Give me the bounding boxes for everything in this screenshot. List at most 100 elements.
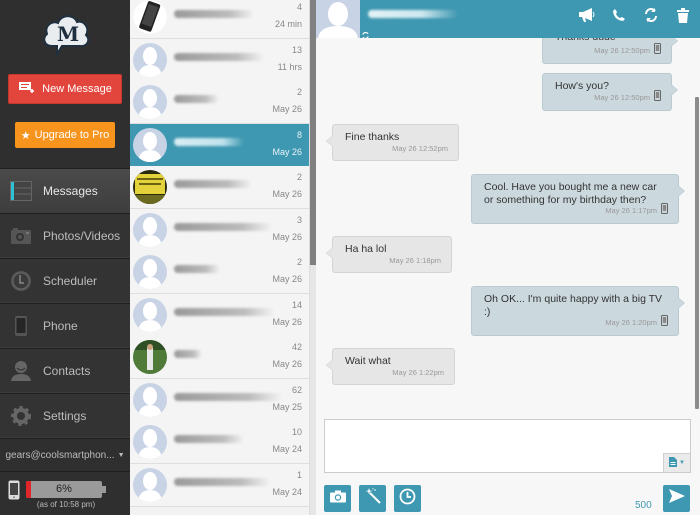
message-count: 62 bbox=[291, 384, 302, 395]
conversation-item[interactable]: 3 May 26 bbox=[130, 208, 309, 252]
outgoing-message: How's you? May 26 12:50pm bbox=[542, 73, 678, 111]
schedule-message-button[interactable] bbox=[394, 485, 421, 512]
last-message-time: May 25 bbox=[272, 401, 302, 412]
message-count: 42 bbox=[291, 342, 302, 352]
sidebar-item-messages[interactable]: Messages bbox=[0, 168, 130, 213]
phone-device-icon bbox=[661, 203, 668, 218]
send-button[interactable] bbox=[663, 485, 690, 512]
message-time: May 26 12:52pm bbox=[392, 144, 448, 153]
trash-icon[interactable] bbox=[674, 6, 692, 24]
message-count: 13 bbox=[291, 44, 302, 55]
contact-name-redacted bbox=[174, 477, 270, 486]
gear-icon bbox=[10, 405, 32, 427]
message-count: 8 bbox=[296, 129, 302, 140]
sidebar-item-photos-videos[interactable]: Photos/Videos bbox=[0, 213, 130, 258]
contact-name-redacted bbox=[174, 435, 244, 443]
messages-icon bbox=[10, 180, 32, 202]
last-message-time: 11 hrs bbox=[277, 61, 302, 72]
template-dropdown-button[interactable]: ▼ bbox=[663, 453, 690, 472]
clock-icon bbox=[10, 270, 32, 292]
nav-label: Messages bbox=[43, 183, 98, 198]
sidebar-item-phone[interactable]: Phone bbox=[0, 303, 130, 348]
message-time: May 26 1:18pm bbox=[389, 256, 441, 265]
outgoing-message: Thanks dudeMay 26 12:50pm bbox=[542, 38, 678, 64]
last-message-time: May 26 bbox=[272, 146, 302, 157]
conversation-item[interactable]: 10 May 24 bbox=[130, 421, 309, 464]
message-meta: May 26 12:50pm bbox=[594, 90, 661, 105]
message-time: May 26 12:50pm bbox=[594, 46, 650, 55]
last-message-time: May 26 bbox=[272, 359, 302, 369]
conversation-item[interactable]: 13 11 hrs bbox=[130, 38, 309, 82]
contact-avatar[interactable] bbox=[316, 0, 360, 38]
message-time: May 26 1:20pm bbox=[605, 318, 657, 327]
last-message-time: May 26 bbox=[272, 316, 302, 327]
last-message-time: May 26 bbox=[272, 231, 302, 242]
message-meta: May 26 1:17pm bbox=[605, 203, 668, 218]
message-meta: May 26 1:22pm bbox=[392, 366, 444, 379]
message-count: 3 bbox=[296, 214, 302, 225]
account-dropdown[interactable]: gears@coolsmartphon... ▼ bbox=[0, 438, 130, 472]
contact-avatar bbox=[133, 0, 167, 34]
sidebar-nav: Messages Photos/Videos Scheduler Phone C… bbox=[0, 168, 130, 438]
contact-name-redacted bbox=[174, 222, 272, 231]
phone-device-icon bbox=[661, 315, 668, 330]
last-message-time: 24 min bbox=[274, 19, 302, 29]
character-count: 500 bbox=[635, 500, 652, 511]
contact-avatar bbox=[133, 127, 167, 162]
chat-header-actions bbox=[578, 6, 692, 24]
phone-battery-status: 6% (as of 10:58 pm) bbox=[0, 474, 130, 515]
outgoing-message: Oh OK... I'm quite happy with a big TV :… bbox=[471, 286, 685, 336]
message-meta: May 26 1:20pm bbox=[605, 315, 668, 330]
battery-timestamp: (as of 10:58 pm) bbox=[36, 500, 96, 509]
clock-icon bbox=[399, 488, 416, 510]
conversation-item[interactable]: 14 May 26 bbox=[130, 293, 309, 337]
sidebar-item-settings[interactable]: Settings bbox=[0, 393, 130, 438]
new-message-button[interactable]: New Message bbox=[8, 74, 122, 104]
contact-avatar bbox=[133, 467, 167, 502]
message-thread: Thanks dudeMay 26 12:50pm How's you?May 2… bbox=[316, 38, 692, 410]
contact-avatar bbox=[133, 42, 167, 77]
compose-box: ▼ bbox=[324, 419, 691, 473]
conversation-item[interactable]: 42 May 26 bbox=[130, 336, 309, 379]
conversation-item[interactable]: 62 May 25 bbox=[130, 378, 309, 422]
contact-avatar bbox=[133, 382, 167, 417]
chevron-down-icon: ▼ bbox=[679, 460, 685, 466]
message-thread-scrollbar[interactable] bbox=[695, 97, 699, 409]
conversation-item[interactable]: 1 May 24 bbox=[130, 463, 309, 507]
sidebar-item-contacts[interactable]: Contacts bbox=[0, 348, 130, 393]
call-icon[interactable] bbox=[610, 6, 628, 24]
camera-icon bbox=[10, 225, 32, 247]
magic-wand-button[interactable] bbox=[359, 485, 386, 512]
contact-icon bbox=[10, 360, 32, 382]
refresh-icon[interactable] bbox=[642, 6, 660, 24]
nav-label: Photos/Videos bbox=[43, 228, 121, 243]
conversation-item[interactable]: 2 May 26 bbox=[130, 81, 309, 124]
last-message-time: May 26 bbox=[272, 274, 302, 284]
contact-name-redacted bbox=[174, 265, 220, 273]
megaphone-icon[interactable] bbox=[578, 6, 596, 24]
sidebar-item-scheduler[interactable]: Scheduler bbox=[0, 258, 130, 303]
attach-photo-button[interactable] bbox=[324, 485, 351, 512]
message-count: 14 bbox=[291, 299, 302, 310]
camera-icon bbox=[329, 490, 346, 508]
message-count: 2 bbox=[296, 257, 302, 267]
message-time: May 26 1:22pm bbox=[392, 368, 444, 377]
message-input[interactable] bbox=[325, 420, 690, 472]
chat-header bbox=[316, 0, 700, 40]
send-icon bbox=[668, 489, 685, 508]
conversation-item[interactable]: 8 May 26 bbox=[130, 123, 309, 167]
incoming-message: Fine thanks May 26 12:52pm bbox=[326, 124, 459, 161]
battery-percent: 6% bbox=[56, 483, 72, 495]
conversation-item[interactable]: 2 May 26 bbox=[130, 251, 309, 294]
upgrade-to-pro-button[interactable]: ★ Upgrade to Pro bbox=[15, 122, 115, 148]
message-count: 1 bbox=[296, 469, 302, 480]
outgoing-message: Cool. Have you bought me a new car or so… bbox=[471, 174, 685, 224]
contact-name-redacted bbox=[174, 307, 274, 316]
conversation-item[interactable]: 2 May 26 bbox=[130, 166, 309, 209]
contact-name-redacted bbox=[174, 10, 254, 18]
nav-label: Contacts bbox=[43, 363, 91, 378]
last-message-time: May 26 bbox=[272, 189, 302, 199]
conversation-item[interactable]: 4 24 min bbox=[130, 0, 309, 39]
battery-cap bbox=[102, 486, 106, 493]
last-message-time: May 24 bbox=[272, 444, 302, 454]
